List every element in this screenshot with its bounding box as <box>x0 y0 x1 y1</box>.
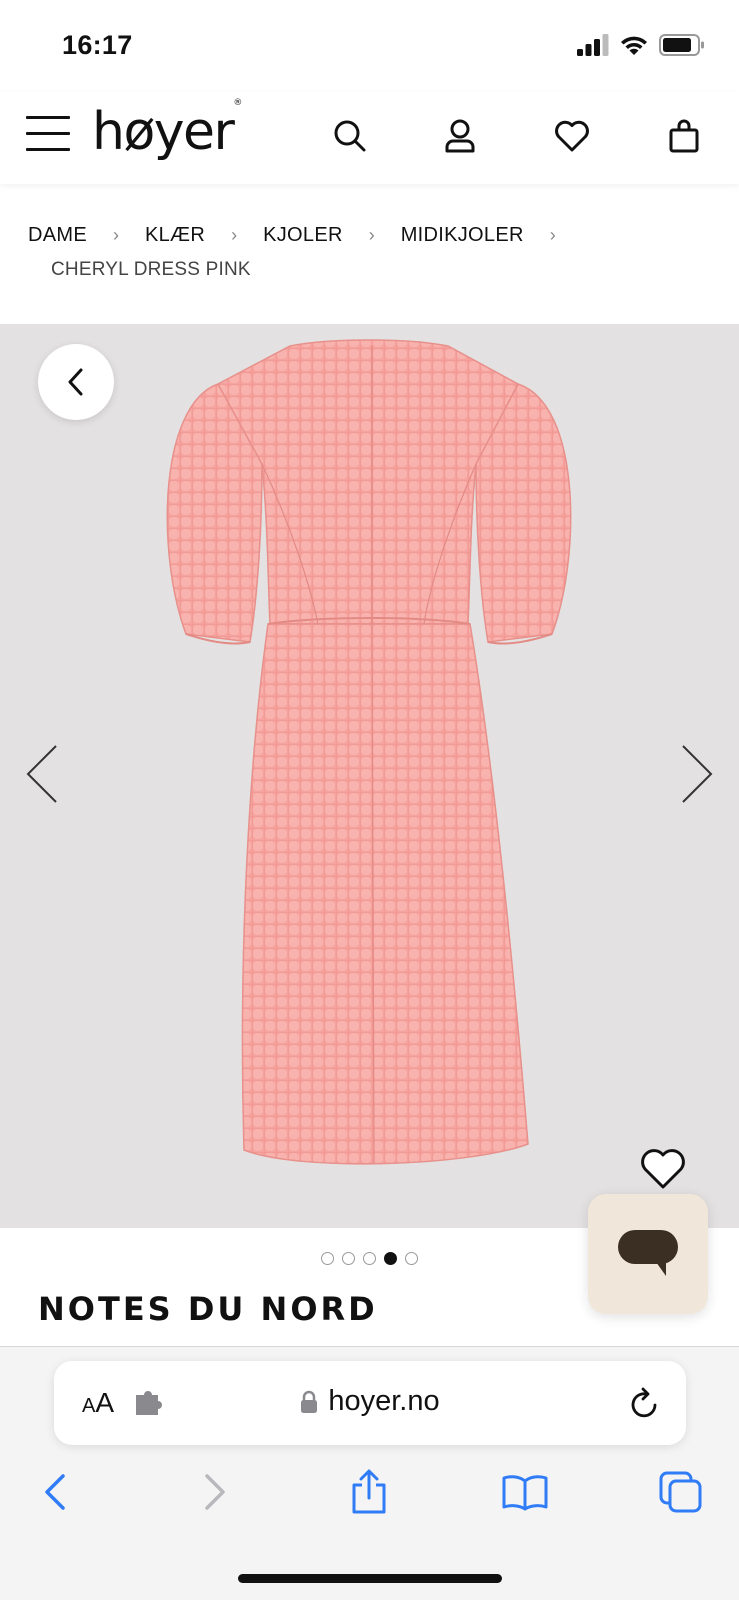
tabs-button[interactable] <box>656 1467 706 1517</box>
chat-icon <box>618 1230 678 1276</box>
breadcrumb-item-midikjoler[interactable]: MIDIKJOLER <box>401 224 524 247</box>
chevron-left-icon <box>68 368 83 396</box>
gallery-dot[interactable] <box>321 1252 334 1265</box>
breadcrumb-separator: › <box>368 225 375 245</box>
browser-forward-button[interactable] <box>190 1467 240 1517</box>
breadcrumb-item-kjoler[interactable]: KJOLER <box>263 224 343 247</box>
hoyer-logo[interactable]: høyer® <box>92 98 242 162</box>
chevron-left-icon <box>26 745 57 803</box>
gallery-back-button[interactable] <box>38 344 114 420</box>
browser-back-button[interactable] <box>30 1467 80 1517</box>
battery-icon <box>659 34 704 56</box>
share-icon <box>352 1469 386 1514</box>
lock-icon <box>301 1390 318 1413</box>
product-image-gallery[interactable] <box>0 324 739 1228</box>
breadcrumb-item-klaer[interactable]: KLÆR <box>145 224 205 247</box>
tabs-icon <box>659 1471 702 1513</box>
gallery-next-arrow[interactable] <box>679 744 715 809</box>
hamburger-menu-icon[interactable] <box>26 116 70 154</box>
chevron-right-icon <box>682 745 713 803</box>
chat-button[interactable] <box>588 1194 708 1314</box>
breadcrumb-current: CHERYL DRESS PINK <box>51 259 251 280</box>
gallery-prev-arrow[interactable] <box>24 744 60 809</box>
heart-icon <box>641 1149 685 1189</box>
shopping-bag-icon[interactable] <box>664 116 704 156</box>
chevron-right-icon <box>205 1474 225 1510</box>
search-icon[interactable] <box>330 116 370 156</box>
share-button[interactable] <box>344 1467 394 1517</box>
breadcrumb-separator: › <box>112 225 119 245</box>
wifi-icon <box>621 36 647 55</box>
status-time: 16:17 <box>62 30 133 60</box>
url-display[interactable]: hoyer.no <box>54 1385 686 1422</box>
add-to-wishlist-button[interactable] <box>639 1148 687 1195</box>
cellular-signal-icon <box>577 34 609 56</box>
site-header: høyer® <box>0 92 739 184</box>
status-icons <box>577 34 705 56</box>
bookmarks-button[interactable] <box>500 1467 550 1517</box>
status-bar: 16:17 <box>0 0 739 92</box>
breadcrumb-item-dame[interactable]: DAME <box>28 224 87 247</box>
gallery-dot[interactable] <box>363 1252 376 1265</box>
breadcrumb-separator: › <box>231 225 238 245</box>
heart-icon[interactable] <box>552 116 592 156</box>
breadcrumb-separator: › <box>549 225 556 245</box>
address-bar[interactable]: AA hoyer.no <box>54 1361 686 1445</box>
gallery-dot-active[interactable] <box>384 1252 397 1265</box>
user-icon[interactable] <box>440 116 480 156</box>
url-text: hoyer.no <box>328 1385 440 1417</box>
product-brand[interactable]: NOTES DU NORD <box>38 1290 378 1328</box>
breadcrumb: DAME › KLÆR › KJOLER › MIDIKJOLER › CHER… <box>28 224 718 281</box>
book-icon <box>502 1475 548 1511</box>
gallery-dot[interactable] <box>342 1252 355 1265</box>
chevron-left-icon <box>45 1474 65 1510</box>
product-image-dress <box>166 339 572 1165</box>
reload-icon[interactable] <box>630 1387 660 1419</box>
gallery-dot[interactable] <box>405 1252 418 1265</box>
browser-chrome: AA hoyer.no <box>0 1346 739 1600</box>
gallery-pagination <box>321 1252 418 1265</box>
home-indicator <box>238 1574 502 1583</box>
